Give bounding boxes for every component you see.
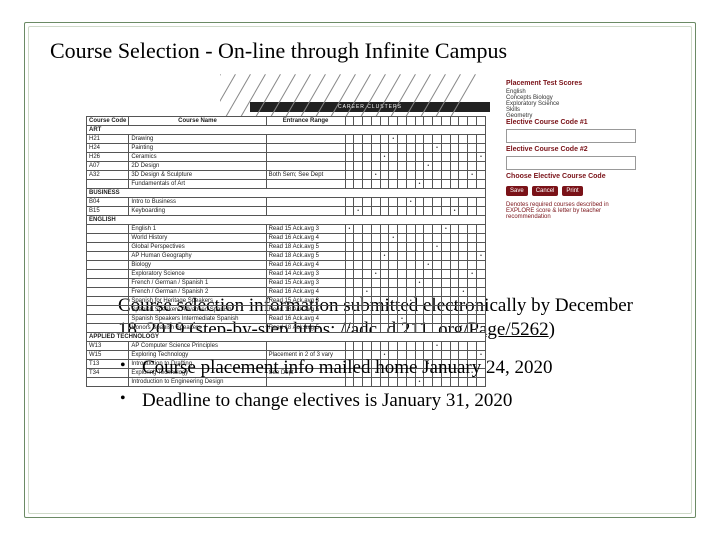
table-row: W13AP Computer Science Principles bbox=[87, 342, 486, 351]
elective-box-1 bbox=[506, 129, 636, 143]
page-title: Course Selection - On-line through Infin… bbox=[50, 38, 682, 64]
list-item: Deadline to change electives is January … bbox=[120, 389, 652, 413]
table-row: ART bbox=[87, 126, 486, 135]
table-row: Spanish Speakers Intermediate SpanishRea… bbox=[87, 315, 486, 324]
table-row: English 1Read 15 Ack.avg 3 bbox=[87, 225, 486, 234]
list-item: Course placement info mailed home Januar… bbox=[120, 356, 652, 380]
table-row: Spanish for Heritage SpeakersRead 15 Ack… bbox=[87, 297, 486, 306]
side-label-2: Elective Course Code #2 bbox=[506, 146, 636, 153]
table-row: Global PerspectivesRead 18 Ack.avg 5 bbox=[87, 243, 486, 252]
table-row: Spanish Speakers Advanced SpanishRead 18… bbox=[87, 306, 486, 315]
table-row: French / German / Spanish 1Read 15 Ack.a… bbox=[87, 279, 486, 288]
elective-box-2 bbox=[506, 156, 636, 170]
table-row: BiologyRead 16 Ack.avg 4 bbox=[87, 261, 486, 270]
para-post: ) bbox=[549, 319, 555, 340]
course-grid: Course CodeCourse NameEntrance Range ART… bbox=[86, 116, 486, 387]
print-button: Print bbox=[562, 186, 582, 196]
slide: Course Selection - On-line through Infin… bbox=[0, 0, 720, 540]
side-panel: Placement Test Scores EnglishConcepts Bi… bbox=[506, 80, 636, 220]
table-row: Honors Spanish SpeakersRead 18 Ack.avg 5 bbox=[87, 324, 486, 333]
side-label-3: Choose Elective Course Code bbox=[506, 173, 636, 180]
side-buttons: Save CancelPrint bbox=[506, 186, 636, 196]
side-header: Placement Test Scores bbox=[506, 80, 636, 87]
table-row: French / German / Spanish 2Read 16 Ack.a… bbox=[87, 288, 486, 297]
table-row: APPLIED TECHNOLOGY bbox=[87, 333, 486, 342]
table-row: H24Painting bbox=[87, 144, 486, 153]
table-row: BUSINESS bbox=[87, 189, 486, 198]
course-catalog-figure: CAREER CLUSTERS Placement Test Scores En… bbox=[80, 74, 640, 284]
table-row: Exploratory ScienceRead 14 Ack.avg 3 bbox=[87, 270, 486, 279]
table-row: Fundamentals of Art bbox=[87, 180, 486, 189]
save-button: Save bbox=[506, 186, 528, 196]
side-label-1: Elective Course Code #1 bbox=[506, 119, 636, 126]
table-row: B15Keyboarding bbox=[87, 207, 486, 216]
table-row: A323D Design & SculptureBoth Sem; See De… bbox=[87, 171, 486, 180]
diagonal-headers bbox=[220, 74, 490, 116]
side-note: Denotes required courses described in EX… bbox=[506, 202, 636, 220]
table-row: H26Ceramics bbox=[87, 153, 486, 162]
table-row: ENGLISH bbox=[87, 216, 486, 225]
table-row: A072D Design bbox=[87, 162, 486, 171]
table-row: AP Human GeographyRead 18 Ack.avg 5 bbox=[87, 252, 486, 261]
table-row: World HistoryRead 16 Ack.avg 4 bbox=[87, 234, 486, 243]
cancel-button: Cancel bbox=[532, 186, 559, 196]
table-row: B04Intro to Business bbox=[87, 198, 486, 207]
table-row: H21Drawing bbox=[87, 135, 486, 144]
